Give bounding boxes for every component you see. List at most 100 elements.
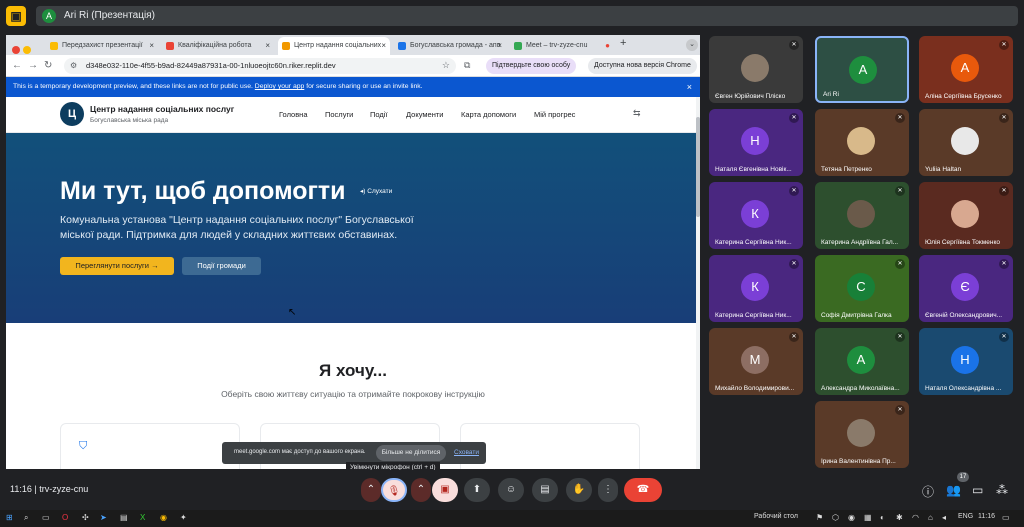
meeting-info-icon[interactable]: ⓘ xyxy=(922,483,934,500)
clock[interactable]: 11:16 xyxy=(978,513,995,520)
camera-options-button[interactable]: ⌃ xyxy=(411,478,431,502)
back-icon[interactable]: ← xyxy=(12,60,22,71)
hide-notice-link[interactable]: Сховати xyxy=(454,449,479,456)
site-logo[interactable]: Ц xyxy=(60,102,84,126)
site-info-icon[interactable]: ⚙ xyxy=(70,61,77,70)
captions-button[interactable]: ▤ xyxy=(532,478,558,502)
participant-tile[interactable]: М ✕ Михайло Володимирови... xyxy=(709,328,803,395)
nav-documents[interactable]: Документи xyxy=(406,110,443,119)
tab-search-icon[interactable]: ⌄ xyxy=(686,39,698,51)
nav-home[interactable]: Головна xyxy=(279,110,308,119)
participant-tile[interactable]: ✕ Yuliia Haltan xyxy=(919,109,1013,176)
participant-tile[interactable]: К ✕ Катерина Сергіївна Ник... xyxy=(709,255,803,322)
reload-icon[interactable]: ↻ xyxy=(44,60,52,71)
tab-close-icon[interactable]: × xyxy=(149,37,154,55)
volume-icon[interactable]: ◂ xyxy=(942,513,946,522)
nav-services[interactable]: Послуги xyxy=(325,110,353,119)
notifications-icon[interactable]: ▭ xyxy=(1002,513,1010,522)
browser-tab[interactable]: Богуславська громада - апп × xyxy=(394,37,506,55)
address-bar[interactable]: ⚙ d348e032-110e-4f55-b9ad-82449a87931a-0… xyxy=(64,58,456,74)
nav-help-map[interactable]: Карта допомоги xyxy=(461,110,516,119)
more-options-button[interactable]: ⋮ xyxy=(598,478,618,502)
tray-icon[interactable]: ⌂ xyxy=(928,513,933,522)
view-services-label: Переглянути послуги xyxy=(75,261,149,270)
participant-tile[interactable]: Н ✕ Наталя Євгенівна Новік... xyxy=(709,109,803,176)
camera-toggle-button[interactable]: ▣ xyxy=(432,478,458,502)
forward-icon[interactable]: → xyxy=(28,60,38,71)
tab-close-icon[interactable]: × xyxy=(265,37,270,55)
recording-dot-icon[interactable]: ● xyxy=(605,37,610,55)
close-icon[interactable]: × xyxy=(687,77,692,97)
app-icon[interactable]: ✣ xyxy=(82,513,89,522)
telegram-icon[interactable]: ➤ xyxy=(100,513,107,522)
situation-card[interactable] xyxy=(460,423,640,469)
new-tab-icon[interactable]: + xyxy=(620,37,626,49)
tray-icon[interactable]: ⚑ xyxy=(816,513,823,522)
browser-tab[interactable]: Кваліфікаційна робота × xyxy=(162,37,274,55)
tray-icon[interactable]: ▦ xyxy=(864,513,872,522)
participant-tile[interactable]: С ✕ Софія Дмитрівна Галка xyxy=(815,255,909,322)
mic-options-button[interactable]: ⌃ xyxy=(361,478,381,502)
participant-tile[interactable]: К ✕ Катерина Сергіївна Ник... xyxy=(709,182,803,249)
desktop-toolbar[interactable]: Рабочий стол xyxy=(754,513,798,520)
reactions-button[interactable]: ☺ xyxy=(498,478,524,502)
participant-tile[interactable]: ✕ Юлія Сергіївна Токменко xyxy=(919,182,1013,249)
mic-toggle-button[interactable]: 🎙 xyxy=(381,478,407,502)
participant-tile[interactable]: Є ✕ Євгеній Олександрович... xyxy=(919,255,1013,322)
browser-tab[interactable]: Передзахист презентації × xyxy=(46,37,158,55)
participant-tile[interactable]: ✕ Євген Юрійович Пліско xyxy=(709,36,803,103)
presenter-chip[interactable]: A Ari Ri (Презентація) xyxy=(36,6,1018,26)
tray-icon[interactable]: ◉ xyxy=(848,513,855,522)
app-icon[interactable]: ✦ xyxy=(180,513,187,522)
nav-events[interactable]: Події xyxy=(370,110,388,119)
brand-title[interactable]: Центр надання соціальних послуг xyxy=(90,104,234,114)
tab-close-icon[interactable]: × xyxy=(497,37,502,55)
meet-logo-icon[interactable]: ▣ xyxy=(6,6,26,26)
extensions-icon[interactable]: ⧉ xyxy=(464,60,470,71)
excel-icon[interactable]: X xyxy=(140,513,145,522)
activities-icon[interactable]: ⁂ xyxy=(996,483,1008,497)
people-icon[interactable]: 👥 xyxy=(946,483,961,497)
nav-my-progress[interactable]: Мій прогрес xyxy=(534,110,575,119)
page-scrollbar[interactable] xyxy=(696,97,700,469)
community-events-button[interactable]: Події громади xyxy=(182,257,261,275)
chat-icon[interactable]: ▭ xyxy=(972,483,983,497)
view-services-button[interactable]: Переглянути послуги → xyxy=(60,257,174,275)
participant-tile[interactable]: ✕ Тетяна Петренко xyxy=(815,109,909,176)
browser-tab[interactable]: Meet – trv-zyze-cnu ● xyxy=(510,37,614,55)
present-button[interactable]: ⬆ xyxy=(464,478,490,502)
stop-sharing-button[interactable]: Більше не ділитися xyxy=(376,445,446,461)
accessibility-settings-icon[interactable]: ⇆ xyxy=(633,108,641,119)
verify-identity-button[interactable]: Підтвердьте свою особу xyxy=(486,58,577,74)
leave-call-button[interactable]: ☎ xyxy=(624,478,662,502)
close-window-icon[interactable] xyxy=(12,46,20,54)
situation-card[interactable]: ⛉ xyxy=(60,423,240,469)
opera-icon[interactable]: O xyxy=(62,513,68,522)
participant-tile[interactable]: А ✕ Александра Миколаївна... xyxy=(815,328,909,395)
bookmark-star-icon[interactable]: ☆ xyxy=(442,60,450,71)
tray-icon[interactable]: ◐ xyxy=(880,513,885,522)
participant-tile[interactable]: ✕ Катерина Андріївна Гал... xyxy=(815,182,909,249)
chrome-icon[interactable]: ◉ xyxy=(160,513,167,522)
participant-tile[interactable]: Н ✕ Наталя Олександрівна ... xyxy=(919,328,1013,395)
wifi-icon[interactable]: ◠ xyxy=(912,513,919,522)
browser-tab-active[interactable]: Центр надання соціальних × xyxy=(278,37,390,55)
tab-close-icon[interactable]: × xyxy=(381,37,386,55)
participant-tile[interactable]: A Ari Ri xyxy=(815,36,909,103)
participant-tile[interactable]: ✕ Ірина Валентинівна Пр... xyxy=(815,401,909,468)
deploy-link[interactable]: Deploy your app xyxy=(255,83,305,90)
tray-icon[interactable]: ⬡ xyxy=(832,513,839,522)
language-indicator[interactable]: ENG xyxy=(958,513,973,520)
files-icon[interactable]: ▤ xyxy=(120,513,128,522)
participant-tile[interactable]: А ✕ Аліна Сергіївна Брусенко xyxy=(919,36,1013,103)
url-text[interactable]: d348e032-110e-4f55-b9ad-82449a87931a-00-… xyxy=(86,61,336,70)
raise-hand-button[interactable]: ✋ xyxy=(566,478,592,502)
update-chrome-button[interactable]: Доступна нова версія Chrome xyxy=(588,58,697,74)
search-icon[interactable]: ⌕ xyxy=(24,513,28,523)
listen-button[interactable]: ◂) Слухати xyxy=(360,187,392,195)
task-view-icon[interactable]: ▭ xyxy=(42,513,50,522)
windows-start-icon[interactable]: ⊞ xyxy=(6,513,13,522)
scroll-thumb[interactable] xyxy=(696,117,700,217)
minimize-window-icon[interactable] xyxy=(23,46,31,54)
tray-icon[interactable]: ✱ xyxy=(896,513,903,522)
